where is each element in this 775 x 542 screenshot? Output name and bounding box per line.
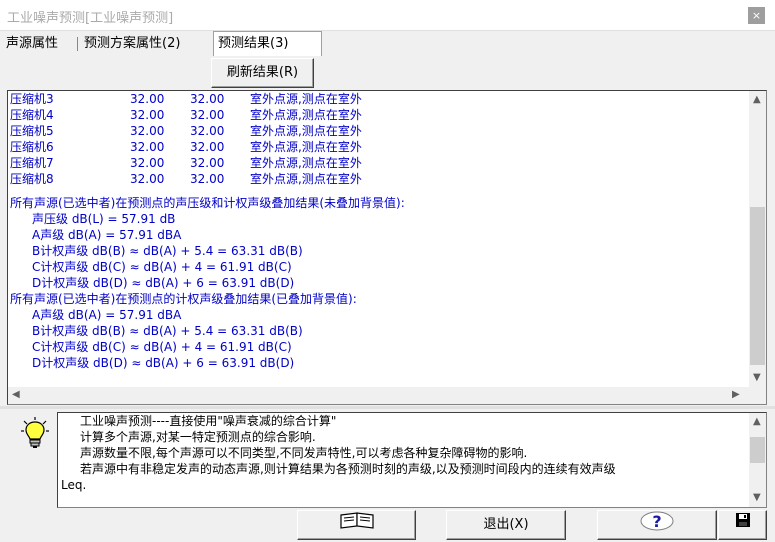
result-row: 压缩机5 32.00 32.00 室外点源,测点在室外: [10, 123, 746, 139]
scrollbar-thumb[interactable]: [750, 437, 765, 463]
summary-line: C计权声级 dB(C) ≈ dB(A) + 4 = 61.91 dB(C): [32, 340, 292, 354]
source-description: 室外点源,测点在室外: [250, 140, 362, 154]
refresh-results-button[interactable]: 刷新结果(R): [211, 58, 314, 88]
source-name: 压缩机8: [10, 172, 54, 186]
info-line: 声源数量不限,每个声源可以不同类型,不同发声特性,可以考虑各种复杂障碍物的影响.: [80, 446, 528, 460]
summary-line: A声级 dB(A) = 57.91 dBA: [32, 228, 182, 242]
lightbulb-icon: [20, 416, 50, 452]
tab-source-properties[interactable]: 声源属性: [6, 33, 72, 55]
source-name: 压缩机6: [10, 140, 54, 154]
value-1: 32.00: [130, 108, 165, 122]
value-2: 32.00: [190, 92, 225, 106]
source-description: 室外点源,测点在室外: [250, 156, 362, 170]
summary-line: D计权声级 dB(D) ≈ dB(A) + 6 = 63.91 dB(D): [32, 356, 295, 370]
info-line: Leq.: [61, 478, 87, 492]
window-title: 工业噪声预测[工业噪声预测]: [7, 11, 174, 26]
scroll-left-arrow-icon[interactable]: ◀: [12, 389, 20, 400]
source-name: 压缩机7: [10, 156, 54, 170]
scrollbar-thumb[interactable]: [750, 207, 765, 365]
info-vertical-scrollbar[interactable]: ▲ ▼: [749, 413, 766, 507]
source-description: 室外点源,测点在室外: [250, 108, 362, 122]
result-row: 压缩机3 32.00 32.00 室外点源,测点在室外: [10, 91, 746, 107]
info-text: 工业噪声预测----直接使用"噪声衰减的综合计算" 计算多个声源,对某一特定预测…: [61, 413, 746, 507]
value-2: 32.00: [190, 108, 225, 122]
results-panel: 压缩机3 32.00 32.00 室外点源,测点在室外 压缩机4 32.00 32.00 室外…: [7, 90, 767, 405]
result-row: 压缩机8 32.00 32.00 室外点源,测点在室外: [10, 171, 746, 187]
source-description: 室外点源,测点在室外: [250, 172, 362, 186]
value-2: 32.00: [190, 124, 225, 138]
summary-line: B计权声级 dB(B) ≈ dB(A) + 5.4 = 63.31 dB(B): [32, 324, 303, 338]
summary-line: 声压级 dB(L) = 57.91 dB: [32, 212, 176, 226]
help-icon: ?: [639, 511, 675, 542]
results-vertical-scrollbar[interactable]: ▲ ▼: [749, 91, 766, 387]
save-button[interactable]: [718, 510, 767, 540]
summary-line: A声级 dB(A) = 57.91 dBA: [32, 308, 182, 322]
result-row: 压缩机7 32.00 32.00 室外点源,测点在室外: [10, 155, 746, 171]
floppy-disk-icon: [735, 511, 751, 539]
tab-prediction-results[interactable]: 预测结果(3): [213, 31, 322, 56]
info-line: 工业噪声预测----直接使用"噪声衰减的综合计算": [80, 414, 337, 428]
value-1: 32.00: [130, 92, 165, 106]
value-1: 32.00: [130, 124, 165, 138]
value-2: 32.00: [190, 172, 225, 186]
scroll-down-arrow-icon[interactable]: ▼: [753, 372, 761, 383]
scroll-up-arrow-icon[interactable]: ▲: [753, 94, 761, 105]
results-text: 压缩机3 32.00 32.00 室外点源,测点在室外 压缩机4 32.00 32.00 室外…: [10, 91, 746, 387]
info-line: 若声源中有非稳定发声的动态声源,则计算结果为各预测时刻的声级,以及预测时间段内的…: [80, 462, 616, 476]
panel-divider: [0, 406, 775, 409]
summary-line: B计权声级 dB(B) ≈ dB(A) + 5.4 = 63.31 dB(B): [32, 244, 303, 258]
tab-scheme-properties[interactable]: 预测方案属性(2): [84, 33, 208, 55]
book-button[interactable]: [297, 510, 416, 540]
source-name: 压缩机5: [10, 124, 54, 138]
value-1: 32.00: [130, 156, 165, 170]
exit-button[interactable]: 退出(X): [446, 510, 566, 540]
value-1: 32.00: [130, 172, 165, 186]
result-row: 压缩机4 32.00 32.00 室外点源,测点在室外: [10, 107, 746, 123]
help-glyph: ?: [652, 512, 661, 531]
scroll-down-arrow-icon[interactable]: ▼: [753, 492, 761, 503]
tab-separator: [77, 37, 78, 51]
summary-line: D计权声级 dB(D) ≈ dB(A) + 6 = 63.91 dB(D): [32, 276, 295, 290]
help-button[interactable]: ?: [597, 510, 717, 540]
info-panel: 工业噪声预测----直接使用"噪声衰减的综合计算" 计算多个声源,对某一特定预测…: [57, 412, 767, 508]
source-description: 室外点源,测点在室外: [250, 92, 362, 106]
info-line: 计算多个声源,对某一特定预测点的综合影响.: [80, 430, 316, 444]
value-2: 32.00: [190, 156, 225, 170]
title-bar: 工业噪声预测[工业噪声预测] ×: [0, 0, 775, 31]
scroll-up-arrow-icon[interactable]: ▲: [753, 416, 761, 427]
scrollbar-corner: [749, 387, 766, 404]
book-icon: [339, 511, 375, 540]
summary-line: C计权声级 dB(C) ≈ dB(A) + 4 = 61.91 dB(C): [32, 260, 292, 274]
source-description: 室外点源,测点在室外: [250, 124, 362, 138]
result-row: 压缩机6 32.00 32.00 室外点源,测点在室外: [10, 139, 746, 155]
value-1: 32.00: [130, 140, 165, 154]
source-name: 压缩机4: [10, 108, 54, 122]
value-2: 32.00: [190, 140, 225, 154]
close-button[interactable]: ×: [748, 7, 765, 24]
summary1-header: 所有声源(已选中者)在预测点的声压级和计权声级叠加结果(未叠加背景值):: [10, 196, 405, 210]
results-horizontal-scrollbar[interactable]: ◀ ▶: [8, 387, 749, 404]
summary2-header: 所有声源(已选中者)在预测点的计权声级叠加结果(已叠加背景值):: [10, 292, 357, 306]
scroll-right-arrow-icon[interactable]: ▶: [732, 389, 740, 400]
source-name: 压缩机3: [10, 92, 54, 106]
